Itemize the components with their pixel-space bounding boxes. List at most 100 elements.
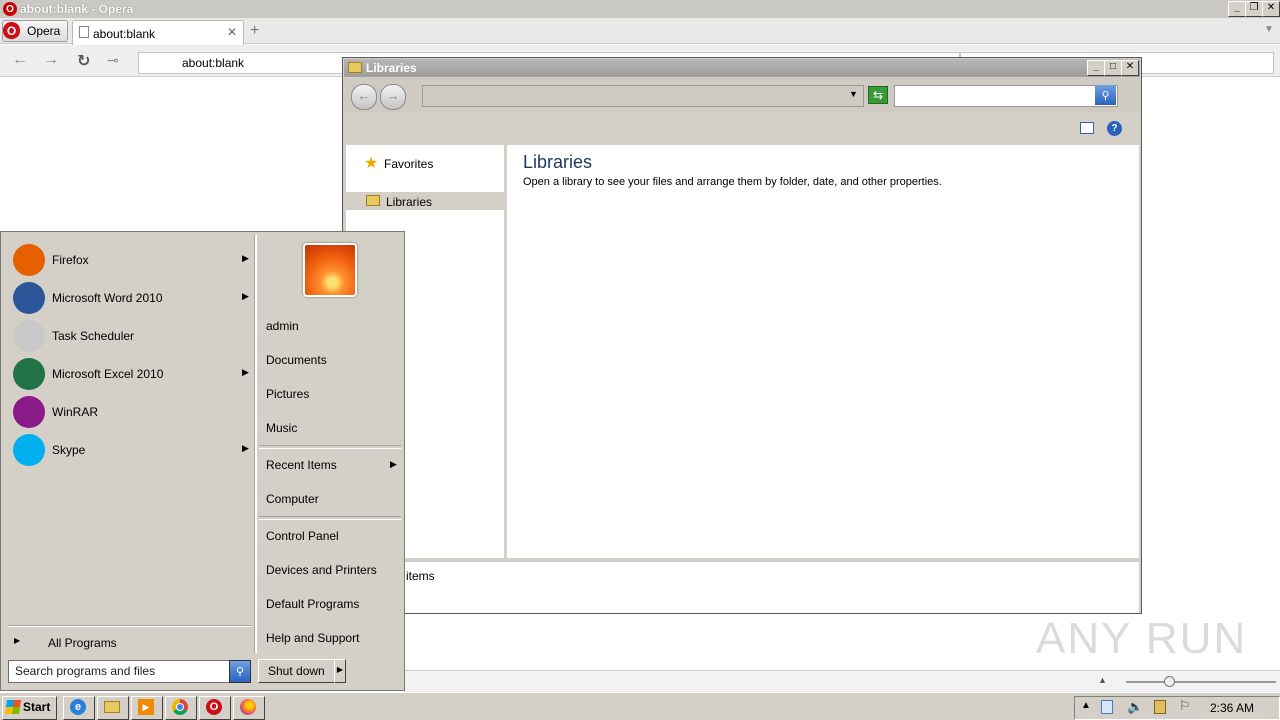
network-icon[interactable] [1101,700,1113,714]
show-hidden-icons-icon[interactable]: ▲ [1081,700,1091,711]
chevron-down-icon[interactable]: ▼ [849,89,858,99]
user-avatar[interactable] [303,243,357,297]
right-separator [259,516,401,520]
page-title: Libraries [523,152,593,172]
program-label: WinRAR [52,405,99,419]
computer-link[interactable]: Computer [266,492,319,506]
clock-icon [13,320,45,352]
control-panel-link[interactable]: Control Panel [266,529,339,543]
opera-menu-button[interactable]: O Opera [2,20,68,42]
media-player-taskbar-button[interactable]: ▶ [131,696,163,720]
search-icon[interactable]: ⚲ [1095,85,1116,105]
firefox-icon [13,244,45,276]
explorer-navigation-bar: ← → ▼ ⇆ ⚲ [344,78,1140,112]
preview-pane-icon[interactable] [1080,122,1094,134]
key-icon[interactable]: ⊸ [107,52,119,69]
word-icon [13,282,45,314]
chrome-center-icon [176,703,184,711]
winrar-icon [13,396,45,428]
system-tray: ▲ 🔈 ⚐ 2:36 AM [1074,696,1280,720]
start-menu-divider [254,235,257,653]
program-item[interactable]: Skype ▶ [8,432,254,468]
ie-taskbar-button[interactable]: e [63,696,95,720]
opera-taskbar-button[interactable]: O [199,696,231,720]
opera-status-bar: ▲ [404,670,1280,692]
firefox-icon [240,699,256,715]
start-button[interactable]: Start [2,696,57,720]
star-icon: ★ [364,155,379,172]
program-item[interactable]: WinRAR [8,394,254,430]
documents-link[interactable]: Documents [266,353,327,367]
explorer-address-bar[interactable]: ▼ [422,85,864,107]
music-link[interactable]: Music [266,421,297,435]
favorites-label: Favorites [384,157,434,171]
forward-icon[interactable]: → [380,84,406,110]
program-item[interactable]: Microsoft Word 2010 ▶ [8,280,254,316]
opera-icon: O [206,699,222,715]
volume-icon[interactable]: 🔈 [1127,699,1143,715]
program-label: Task Scheduler [52,329,135,343]
opera-tab-bar: O Opera about:blank ✕ + ▼ [0,18,1280,45]
explorer-search-input[interactable]: ⚲ [894,85,1118,107]
help-icon[interactable]: ? [1107,121,1122,136]
firefox-taskbar-button[interactable] [233,696,265,720]
start-menu: Firefox ▶ Microsoft Word 2010 ▶ Task Schedul… [0,231,405,691]
program-label: Microsoft Word 2010 [52,291,163,305]
expand-arrow-icon[interactable]: ▲ [1098,675,1107,685]
zoom-slider-thumb[interactable] [1164,676,1175,687]
triangle-right-icon: ▶ [14,636,21,645]
address-value: about:blank [182,56,245,70]
shutdown-options-arrow-icon[interactable]: ▶ [334,659,346,683]
chrome-taskbar-button[interactable] [165,696,197,720]
all-programs-button[interactable]: ▶ All Programs [8,633,248,653]
tab-about-blank[interactable]: about:blank ✕ [72,20,244,45]
excel-icon [13,358,45,390]
user-link[interactable]: admin [266,319,299,333]
tab-menu-chevron-icon[interactable]: ▼ [1264,24,1274,35]
pictures-link[interactable]: Pictures [266,387,309,401]
nav-item-libraries[interactable]: Libraries [346,192,504,210]
reload-icon[interactable]: ↻ [77,51,90,71]
explorer-taskbar-button[interactable] [97,696,129,720]
devices-printers-link[interactable]: Devices and Printers [266,563,377,577]
clock[interactable]: 2:36 AM [1210,701,1254,715]
chrome-icon [172,699,188,715]
program-item[interactable]: Task Scheduler [8,318,254,354]
start-search-input[interactable]: Search programs and files [8,660,230,683]
nav-item-favorites[interactable]: ★ Favorites [346,153,504,173]
forward-arrow-icon[interactable]: → [43,51,59,69]
start-label: Start [23,700,51,714]
search-icon[interactable]: ⚲ [229,660,251,683]
program-item[interactable]: Firefox ▶ [8,242,254,278]
recent-items-arrow-icon: ▶ [390,459,397,469]
libraries-title-bar: Libraries _ □ ✕ [344,59,1140,77]
content-pane: Libraries Open a library to see your fil… [507,145,1139,558]
back-icon[interactable]: ← [351,84,377,110]
skype-icon [13,434,45,466]
new-tab-icon[interactable]: + [250,22,259,40]
libraries-label: Libraries [386,195,433,209]
default-programs-link[interactable]: Default Programs [266,597,359,611]
close-button[interactable]: ✕ [1262,1,1280,17]
right-separator [259,445,401,449]
close-button[interactable]: ✕ [1121,60,1139,76]
help-support-link[interactable]: Help and Support [266,631,359,645]
minimize-button[interactable]: _ [1228,1,1246,17]
shutdown-button[interactable]: Shut down [258,659,336,683]
zoom-slider[interactable] [1126,676,1276,687]
submenu-arrow-icon: ▶ [242,367,249,377]
program-item[interactable]: Microsoft Excel 2010 ▶ [8,356,254,392]
windows-logo-icon [5,700,21,714]
recent-items-link[interactable]: Recent Items [266,458,337,472]
action-center-flag-icon[interactable]: ⚐ [1179,698,1191,714]
restore-button[interactable]: ❐ [1245,1,1263,17]
refresh-icon[interactable]: ⇆ [868,86,888,104]
close-tab-icon[interactable]: ✕ [227,25,237,39]
back-arrow-icon[interactable]: ← [12,51,28,69]
maximize-button[interactable]: □ [1104,60,1122,76]
watermark-text: ANY RUN [1036,614,1248,663]
power-icon[interactable] [1154,700,1166,714]
media-player-icon: ▶ [138,699,154,715]
all-programs-separator [8,625,252,627]
minimize-button[interactable]: _ [1087,60,1105,76]
